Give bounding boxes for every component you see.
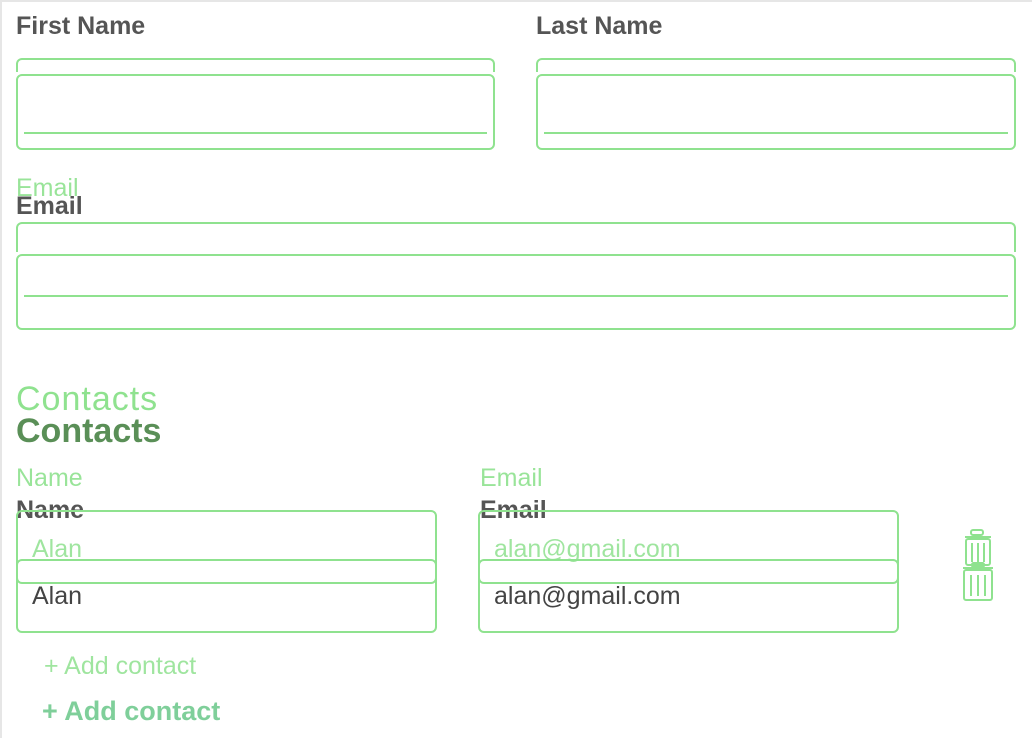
add-contact-button[interactable]: + Add contact [42, 696, 220, 726]
email-ghost-line [24, 295, 1008, 297]
last-name-field[interactable] [536, 74, 1016, 150]
trash-icon[interactable] [958, 528, 998, 606]
first-name-label: First Name [16, 12, 146, 40]
email-field[interactable] [16, 254, 1016, 330]
email-label: Email [16, 192, 83, 220]
contacts-title: Contacts [16, 412, 162, 450]
first-name-field[interactable] [16, 74, 495, 150]
first-name-ghost-outline [16, 58, 495, 72]
contact-name-input[interactable] [16, 559, 437, 633]
email-ghost-outline [16, 222, 1016, 252]
first-name-ghost-line [24, 132, 487, 134]
contact-name-ghost-label: Name [16, 464, 83, 492]
last-name-label: Last Name [536, 12, 663, 40]
contact-email-ghost-label: Email [480, 464, 543, 492]
contact-email-input[interactable] [478, 559, 899, 633]
add-contact-ghost: + Add contact [44, 652, 197, 680]
form-container: First Name Last Name Email Email Contact… [0, 0, 1032, 738]
last-name-ghost-outline [536, 58, 1016, 72]
last-name-ghost-line [544, 132, 1008, 134]
